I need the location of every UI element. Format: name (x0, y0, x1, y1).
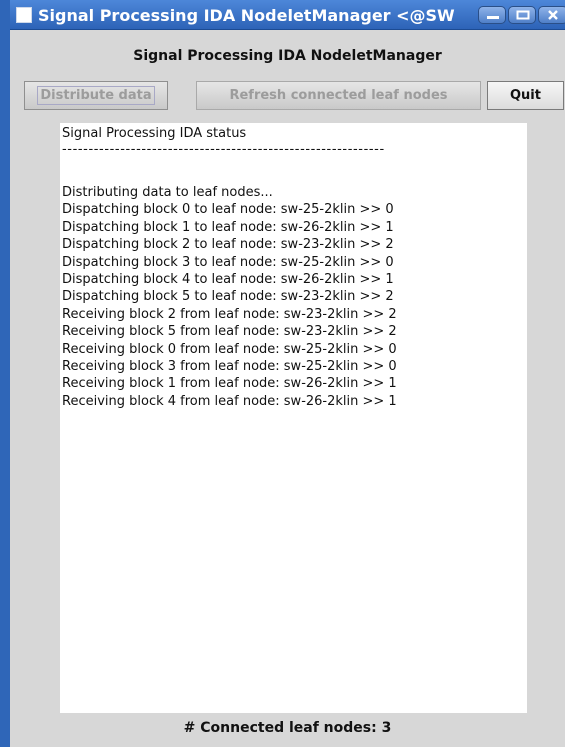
log-line: Receiving block 0 from leaf node: sw-25-… (62, 341, 397, 357)
log-line: Dispatching block 0 to leaf node: sw-25-… (62, 202, 394, 218)
close-icon (548, 10, 558, 20)
log-line: Receiving block 3 from leaf node: sw-25-… (62, 359, 397, 375)
status-divider: ----------------------------------------… (62, 142, 385, 157)
log-line: Distributing data to leaf nodes... (62, 185, 273, 200)
log-line: Receiving block 2 from leaf node: sw-23-… (62, 306, 397, 322)
minimize-button[interactable] (478, 6, 506, 24)
app-window: Signal Processing IDA NodeletManager <@S… (0, 0, 565, 747)
maximize-icon (516, 10, 530, 20)
log-line: Receiving block 1 from leaf node: sw-26-… (62, 376, 397, 392)
main-content: Signal Processing IDA NodeletManager Dis… (10, 30, 565, 747)
log-line: Dispatching block 2 to leaf node: sw-23-… (62, 237, 394, 253)
minimize-icon (487, 16, 499, 19)
maximize-button[interactable] (508, 6, 536, 24)
status-log-list: Distributing data to leaf nodes... Dispa… (62, 184, 397, 410)
log-line: Receiving block 4 from leaf node: sw-26-… (62, 393, 397, 409)
distribute-data-label: Distribute data (37, 86, 155, 105)
window-title: Signal Processing IDA NodeletManager <@S… (38, 6, 455, 25)
log-line: Dispatching block 4 to leaf node: sw-26-… (62, 272, 394, 288)
status-title: Signal Processing IDA status (62, 126, 247, 141)
status-log-panel[interactable]: Signal Processing IDA status -----------… (60, 123, 527, 713)
log-line: Dispatching block 1 to leaf node: sw-26-… (62, 219, 394, 235)
log-line: Dispatching block 5 to leaf node: sw-23-… (62, 289, 394, 305)
app-icon (16, 7, 32, 23)
window-left-border (0, 0, 10, 747)
log-line: Dispatching block 3 to leaf node: sw-25-… (62, 254, 394, 270)
quit-button[interactable]: Quit (487, 81, 564, 110)
distribute-data-button[interactable]: Distribute data (24, 81, 168, 110)
refresh-leaf-nodes-button[interactable]: Refresh connected leaf nodes (196, 81, 481, 110)
window-titlebar[interactable]: Signal Processing IDA NodeletManager <@S… (0, 0, 565, 30)
app-heading: Signal Processing IDA NodeletManager (133, 48, 442, 64)
connected-nodes-count: # Connected leaf nodes: 3 (183, 720, 392, 736)
log-line: Receiving block 5 from leaf node: sw-23-… (62, 324, 397, 340)
close-button[interactable] (538, 6, 565, 24)
